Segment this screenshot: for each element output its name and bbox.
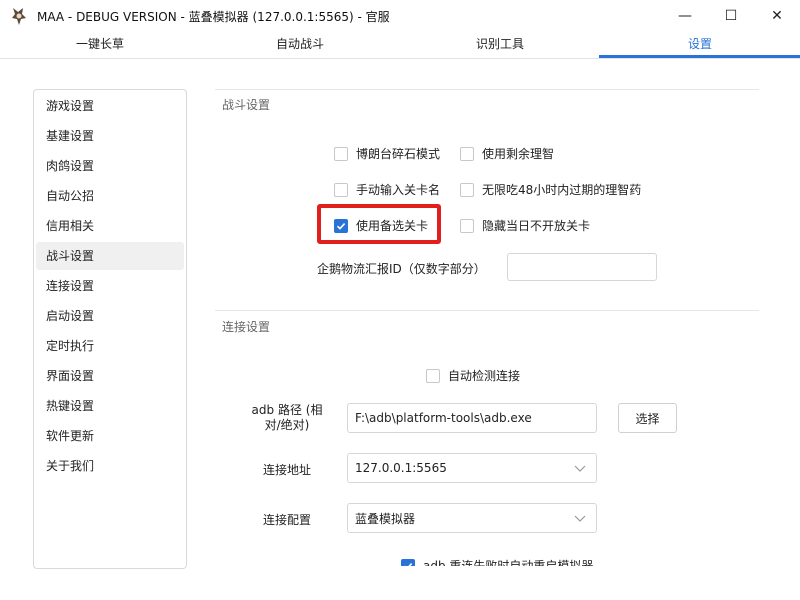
checkbox[interactable] xyxy=(334,182,348,197)
checkbox[interactable] xyxy=(334,146,348,161)
maximize-icon: ☐ xyxy=(724,8,738,24)
option-label: 隐藏当日不开放关卡 xyxy=(482,219,591,233)
option-label: 自动检测连接 xyxy=(448,369,521,383)
option-label: 无限吃48小时内过期的理智药 xyxy=(482,183,642,197)
address-combobox[interactable]: 127.0.0.1:5565 xyxy=(347,453,597,483)
chevron-down-icon xyxy=(574,515,586,522)
sidebar-item-startup[interactable]: 启动设置 xyxy=(36,302,184,330)
tab-farming[interactable]: 一键长草 xyxy=(0,32,200,58)
address-label: 连接地址 xyxy=(262,463,311,477)
option-stone-mode[interactable]: 博朗台碎石模式 xyxy=(334,145,440,162)
close-button[interactable]: ✕ xyxy=(754,0,800,32)
section-divider xyxy=(215,310,759,311)
penguin-id-input[interactable] xyxy=(507,253,657,281)
option-auto-detect-connection[interactable]: 自动检测连接 xyxy=(426,367,520,384)
checkbox[interactable] xyxy=(460,182,474,197)
title-bar: MAA - DEBUG VERSION - 蓝叠模拟器 (127.0.0.1:5… xyxy=(0,0,800,32)
battle-section-title: 战斗设置 xyxy=(222,98,271,112)
app-logo-icon xyxy=(12,8,26,25)
settings-sidebar: 游戏设置 基建设置 肉鸽设置 自动公招 信用相关 战斗设置 连接设置 启动设置 … xyxy=(33,89,187,569)
checkbox[interactable] xyxy=(460,218,474,233)
adb-path-input[interactable]: F:\adb\platform-tools\adb.exe xyxy=(347,403,597,433)
connection-section-title: 连接设置 xyxy=(222,320,271,334)
option-label: 博朗台碎石模式 xyxy=(356,147,441,161)
window-title: MAA - DEBUG VERSION - 蓝叠模拟器 (127.0.0.1:5… xyxy=(37,10,390,24)
penguin-id-label: 企鹅物流汇报ID（仅数字部分） xyxy=(317,262,486,276)
config-combobox[interactable]: 蓝叠模拟器 xyxy=(347,503,597,533)
select-adb-button[interactable]: 选择 xyxy=(618,403,677,433)
option-manual-stage-input[interactable]: 手动输入关卡名 xyxy=(334,181,440,198)
highlight-annotation xyxy=(317,204,441,244)
sidebar-item-game[interactable]: 游戏设置 xyxy=(36,92,184,120)
checkbox[interactable] xyxy=(460,146,474,161)
sidebar-item-battle[interactable]: 战斗设置 xyxy=(36,242,184,270)
checkmark-icon xyxy=(404,562,413,566)
option-label: 手动输入关卡名 xyxy=(356,183,441,197)
active-tab-indicator xyxy=(599,55,800,58)
sidebar-item-recruit[interactable]: 自动公招 xyxy=(36,182,184,210)
sidebar-item-update[interactable]: 软件更新 xyxy=(36,422,184,450)
sidebar-item-connection[interactable]: 连接设置 xyxy=(36,272,184,300)
option-use-expiring-medicine[interactable]: 无限吃48小时内过期的理智药 xyxy=(460,181,641,198)
checkbox-checked[interactable] xyxy=(401,558,415,566)
sidebar-item-schedule[interactable]: 定时执行 xyxy=(36,332,184,360)
tab-recognition-tools[interactable]: 识别工具 xyxy=(400,32,600,58)
option-restart-emulator[interactable]: adb 重连失败时自动重启模拟器 xyxy=(401,557,593,566)
close-icon: ✕ xyxy=(771,8,783,24)
settings-content: 战斗设置 博朗台碎石模式 使用剩余理智 手动输入关卡名 无限吃48小时内过期的理… xyxy=(207,70,785,566)
minimize-icon: — xyxy=(678,8,692,24)
tab-auto-battle[interactable]: 自动战斗 xyxy=(200,32,400,58)
sidebar-item-roguelike[interactable]: 肉鸽设置 xyxy=(36,152,184,180)
sidebar-item-credit[interactable]: 信用相关 xyxy=(36,212,184,240)
maximize-button[interactable]: ☐ xyxy=(708,0,754,32)
minimize-button[interactable]: — xyxy=(662,0,708,32)
option-use-remaining-sanity[interactable]: 使用剩余理智 xyxy=(460,145,554,162)
sidebar-item-infrastructure[interactable]: 基建设置 xyxy=(36,122,184,150)
section-divider xyxy=(215,89,759,90)
option-label: adb 重连失败时自动重启模拟器 xyxy=(423,559,594,566)
address-value: 127.0.0.1:5565 xyxy=(355,461,447,475)
sidebar-item-about[interactable]: 关于我们 xyxy=(36,452,184,480)
chevron-down-icon xyxy=(574,465,586,472)
config-label: 连接配置 xyxy=(262,513,311,527)
adb-path-label: adb 路径 (相对/绝对) xyxy=(251,403,323,432)
checkbox[interactable] xyxy=(426,368,440,383)
sidebar-item-hotkeys[interactable]: 热键设置 xyxy=(36,392,184,420)
config-value: 蓝叠模拟器 xyxy=(355,511,416,526)
sidebar-item-interface[interactable]: 界面设置 xyxy=(36,362,184,390)
option-hide-unavailable-stages[interactable]: 隐藏当日不开放关卡 xyxy=(460,217,590,234)
option-label: 使用剩余理智 xyxy=(482,147,555,161)
